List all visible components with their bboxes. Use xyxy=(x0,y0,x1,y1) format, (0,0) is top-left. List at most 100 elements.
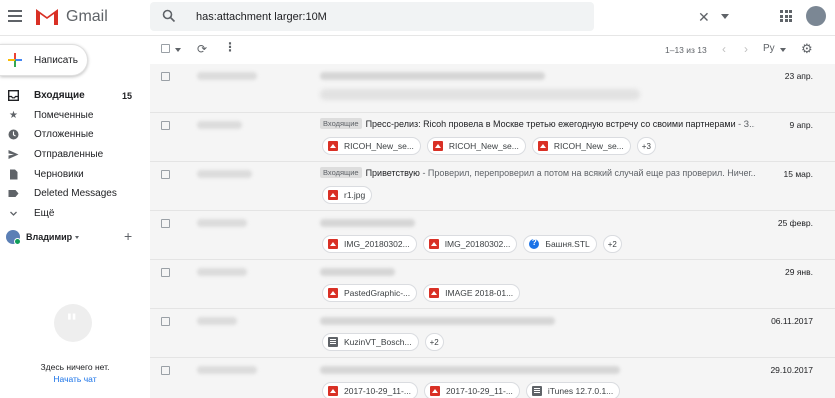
sidebar-item-sent[interactable]: Отправленные xyxy=(0,145,150,165)
attachment-chip[interactable]: IMG_20180302... xyxy=(322,235,417,253)
message-list: 23 апр. Входящие Пресс-релиз: Ricoh прове… xyxy=(150,64,835,398)
add-contact-icon[interactable]: + xyxy=(124,228,132,244)
more-actions-icon[interactable]: ⋮ xyxy=(224,41,236,53)
document-file-icon xyxy=(531,386,542,396)
sidebar-item-deleted-messages[interactable]: Deleted Messages xyxy=(0,184,150,204)
settings-gear-icon[interactable]: ⚙ xyxy=(801,41,813,57)
compose-button[interactable]: Написать xyxy=(0,44,88,76)
account-avatar[interactable] xyxy=(806,6,826,26)
folder-list: Входящие 15 ★ Помеченные Отложенные Отпр… xyxy=(0,86,150,223)
attachment-chip[interactable]: 2017-10-29_11-... xyxy=(423,382,520,398)
select-all-checkbox[interactable] xyxy=(161,44,170,53)
table-row[interactable]: Входящие Приветствую - Проверил, перепров… xyxy=(150,162,835,211)
blurred-sender xyxy=(197,219,247,227)
row-checkbox[interactable] xyxy=(161,268,170,277)
sidebar-item-more[interactable]: Ещё xyxy=(0,204,150,224)
row-date: 15 мар. xyxy=(783,169,813,179)
attachment-name: IMAGE 2018-01... xyxy=(445,288,514,298)
document-file-icon xyxy=(328,337,338,347)
user-menu-caret-icon[interactable] xyxy=(75,235,80,239)
search-options-icon[interactable] xyxy=(721,14,729,19)
attachment-chip[interactable]: r1.jpg xyxy=(322,186,373,204)
row-checkbox[interactable] xyxy=(161,219,170,228)
row-subject-line: Входящие Пресс-релиз: Ricoh провела в Мос… xyxy=(320,118,755,129)
search-bar: ✕ xyxy=(150,2,729,31)
row-checkbox[interactable] xyxy=(161,170,170,179)
attachment-chip[interactable]: 2017-10-29_11-... xyxy=(322,382,418,398)
image-file-icon xyxy=(537,141,548,151)
table-row[interactable]: 25 февр. IMG_20180302... IMG_20180302...… xyxy=(150,211,835,260)
row-subject: Пресс-релиз: Ricoh провела в Москве трет… xyxy=(365,119,736,129)
top-bar: Gmail ✕ xyxy=(0,0,835,36)
attachment-chip[interactable]: PastedGraphic-... xyxy=(322,284,418,302)
row-checkbox[interactable] xyxy=(161,72,170,81)
unknown-file-icon xyxy=(529,238,540,249)
blurred-sender xyxy=(197,72,257,80)
table-row[interactable]: 06.11.2017 KuzinVT_Bosch... +2 xyxy=(150,309,835,358)
sidebar-item-inbox[interactable]: Входящие 15 xyxy=(0,86,150,106)
image-file-icon xyxy=(432,141,443,151)
more-attachments-badge[interactable]: +2 xyxy=(424,333,444,351)
table-row[interactable]: 29 янв. PastedGraphic-... IMAGE 2018-01.… xyxy=(150,260,835,309)
table-row[interactable]: 29.10.2017 2017-10-29_11-... 2017-10-29_… xyxy=(150,358,835,398)
attachment-name: 2017-10-29_11-... xyxy=(344,386,411,396)
user-avatar xyxy=(6,230,21,245)
select-options-icon[interactable] xyxy=(175,48,181,52)
input-language-selector[interactable]: Ру xyxy=(763,43,775,54)
attachment-list: IMG_20180302... IMG_20180302... Башня.ST… xyxy=(322,235,622,253)
attachment-name: r1.jpg xyxy=(344,190,366,200)
row-date: 23 апр. xyxy=(784,71,813,81)
blurred-snippet xyxy=(320,89,640,100)
language-caret-icon[interactable] xyxy=(780,48,786,52)
apps-grid-icon[interactable] xyxy=(780,10,792,22)
sidebar-item-label: Помеченные xyxy=(34,109,94,121)
row-date: 9 апр. xyxy=(789,120,813,130)
blurred-sender xyxy=(197,121,242,129)
unread-count: 15 xyxy=(121,90,132,101)
more-attachments-badge[interactable]: +2 xyxy=(602,235,622,253)
sidebar-item-starred[interactable]: ★ Помеченные xyxy=(0,106,150,126)
search-input[interactable] xyxy=(196,8,526,26)
blurred-sender xyxy=(197,366,257,374)
attachment-list: RICOH_New_se... RICOH_New_se... RICOH_Ne… xyxy=(322,137,656,155)
main-menu-icon[interactable] xyxy=(8,10,22,22)
refresh-icon[interactable]: ⟳ xyxy=(197,42,207,56)
message-list-area: ⟳ ⋮ 1–13 из 13 ‹ › Ру ⚙ 23 апр. Входящие… xyxy=(150,36,835,398)
compose-plus-icon xyxy=(8,53,22,67)
row-checkbox[interactable] xyxy=(161,317,170,326)
more-attachments-badge[interactable]: +3 xyxy=(636,137,656,155)
sidebar-item-label: Отложенные xyxy=(34,129,94,141)
sidebar-item-drafts[interactable]: Черновики xyxy=(0,164,150,184)
table-row[interactable]: Входящие Пресс-релиз: Ricoh провела в Мос… xyxy=(150,113,835,162)
gmail-logo-icon[interactable] xyxy=(35,7,59,25)
image-file-icon xyxy=(429,386,440,396)
row-date: 25 февр. xyxy=(777,218,813,228)
chevron-right-icon[interactable]: › xyxy=(744,42,748,56)
attachment-chip[interactable]: IMAGE 2018-01... xyxy=(423,284,521,302)
attachment-chip[interactable]: RICOH_New_se... xyxy=(426,137,526,155)
sidebar-item-snoozed[interactable]: Отложенные xyxy=(0,125,150,145)
hangouts-user[interactable]: Владимир + xyxy=(6,228,146,245)
compose-label: Написать xyxy=(34,55,78,66)
search-icon[interactable] xyxy=(162,9,176,23)
attachment-name: RICOH_New_se... xyxy=(553,141,624,151)
row-checkbox[interactable] xyxy=(161,366,170,375)
table-row[interactable]: 23 апр. xyxy=(150,64,835,113)
sidebar-item-label: Deleted Messages xyxy=(34,188,117,200)
start-chat-link[interactable]: Начать чат xyxy=(0,374,150,384)
attachment-chip[interactable]: IMG_20180302... xyxy=(422,235,518,253)
chevron-down-icon xyxy=(8,208,19,219)
attachment-chip[interactable]: RICOH_New_se... xyxy=(531,137,631,155)
image-file-icon xyxy=(328,386,338,396)
image-file-icon xyxy=(429,288,440,298)
attachment-chip[interactable]: Башня.STL xyxy=(523,235,597,253)
row-snippet: - Проверил, перепроверил а потом на всяк… xyxy=(419,168,755,178)
chevron-left-icon[interactable]: ‹ xyxy=(722,42,726,56)
attachment-chip[interactable]: KuzinVT_Bosch... xyxy=(322,333,419,351)
attachment-chip[interactable]: iTunes 12.7.0.1... xyxy=(525,382,621,398)
inbox-label-badge: Входящие xyxy=(320,167,362,178)
attachment-chip[interactable]: RICOH_New_se... xyxy=(322,137,421,155)
hangouts-empty-text: Здесь ничего нет. xyxy=(40,362,110,372)
row-checkbox[interactable] xyxy=(161,121,170,130)
clear-search-icon[interactable]: ✕ xyxy=(698,10,710,24)
